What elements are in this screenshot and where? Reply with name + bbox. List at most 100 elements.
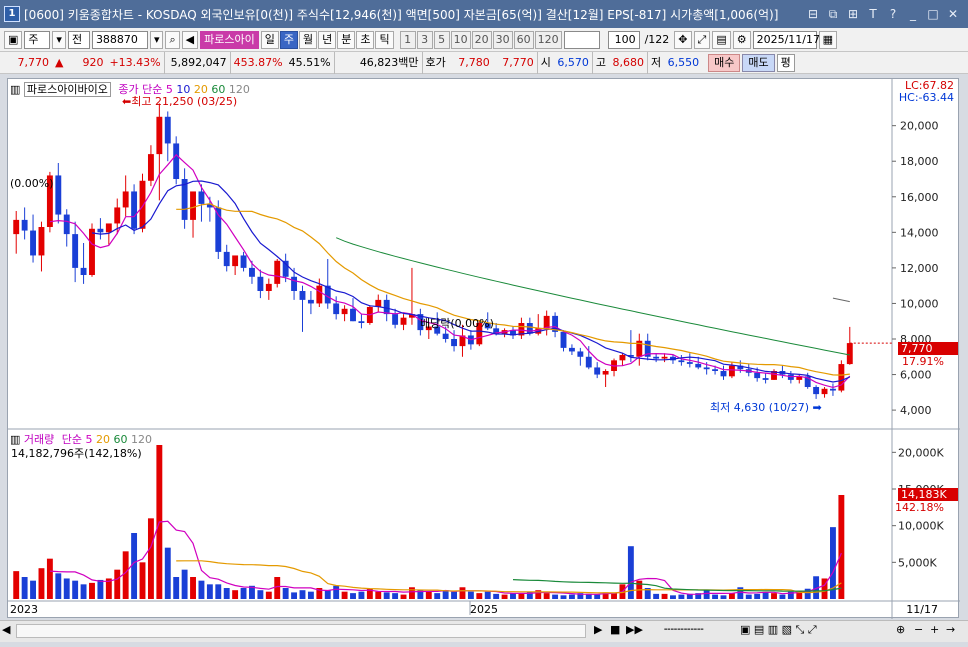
- evaluate-button[interactable]: 평: [776, 53, 795, 72]
- period-tab-0[interactable]: 일: [260, 30, 279, 49]
- zoom-plus-icon[interactable]: +: [930, 623, 939, 636]
- minute-button-20[interactable]: 20: [471, 30, 492, 49]
- volume-bar: [89, 582, 95, 599]
- period-tab-1[interactable]: 주: [279, 30, 298, 49]
- cross-icon[interactable]: ⤢: [693, 30, 711, 49]
- scrollbar-track[interactable]: [16, 624, 586, 638]
- min-price-annotation: 최저 4,630 (10/27) ➡: [710, 401, 822, 414]
- window-button-7[interactable]: ✕: [944, 5, 962, 23]
- minute-button-3[interactable]: 3: [416, 30, 433, 49]
- period-tabs: 일주월년분초틱: [260, 30, 394, 49]
- speaker-icon[interactable]: ◀: [181, 30, 199, 49]
- candle-body: [577, 351, 584, 357]
- candle-body: [147, 154, 154, 181]
- volume-bar: [206, 584, 213, 599]
- window-button-5[interactable]: _: [904, 5, 922, 23]
- candle-body: [661, 356, 668, 359]
- ma120-line: [832, 297, 850, 303]
- zoom-in-icon[interactable]: ⊕: [896, 623, 905, 636]
- period-tab-4[interactable]: 분: [337, 30, 356, 49]
- view-select[interactable]: 전: [67, 30, 90, 49]
- candle-body: [316, 285, 323, 304]
- scroll-left-icon[interactable]: ◀: [2, 623, 10, 636]
- window-button-3[interactable]: T: [864, 5, 882, 23]
- last-volume-pct: 142.18%: [895, 501, 944, 514]
- code-dropdown-icon[interactable]: ▾: [149, 30, 164, 49]
- stop-icon[interactable]: ■: [610, 623, 620, 636]
- chart-area[interactable]: 20,000 18,000 16,000 14,000 12,000 10,000 8,00…: [7, 78, 960, 619]
- candle-body: [619, 355, 626, 361]
- low-price: 6,550: [667, 56, 700, 69]
- minute-button-60[interactable]: 60: [513, 30, 534, 49]
- minute-button-30[interactable]: 30: [492, 30, 513, 49]
- minute-button-1[interactable]: 1: [399, 30, 416, 49]
- volume-bar: [341, 591, 348, 599]
- candle-body: [257, 276, 264, 291]
- max-price-annotation: ⬅최고 21,250 (03/25): [122, 95, 238, 108]
- period-tab-2[interactable]: 월: [298, 30, 318, 49]
- layout-icon[interactable]: ▣: [4, 30, 23, 49]
- chart-toolbar: ▣ 주 ▾ 전 388870 ▾ ⌕ ◀ 파로스아이 일주월년분초틱 1 3 5 10…: [0, 28, 968, 52]
- play-icon[interactable]: ▶: [594, 623, 602, 636]
- candle-body: [686, 362, 693, 364]
- gear-icon[interactable]: ⚙: [732, 30, 751, 49]
- buy-button[interactable]: 매수: [708, 53, 741, 72]
- window-button-2[interactable]: ⊞: [844, 5, 862, 23]
- resize-icon[interactable]: →: [946, 623, 955, 636]
- candle-body: [728, 365, 735, 377]
- volume-bar: [771, 593, 777, 599]
- candle-body: [451, 339, 457, 347]
- candle-body: [678, 360, 685, 363]
- volume-bar: [72, 580, 79, 599]
- zoom-icon[interactable]: ✥: [674, 30, 692, 49]
- period-tab-6[interactable]: 틱: [375, 30, 394, 49]
- chevron-down-icon[interactable]: ▾: [52, 30, 66, 49]
- volume-bar: [215, 584, 222, 599]
- last-price-pct: 17.91%: [902, 355, 944, 368]
- window-button-0[interactable]: ⊟: [804, 5, 822, 23]
- low-label: 저: [647, 51, 664, 74]
- stock-code-input[interactable]: 388870: [91, 30, 148, 49]
- window-title: [0600] 키움종합차트 - KOSDAQ 외국인보유[0(천)] 주식수[1…: [24, 7, 779, 22]
- chart-menu-icon[interactable]: ▥: [10, 83, 24, 96]
- volume-bar: [476, 593, 483, 599]
- sell-button[interactable]: 매도: [742, 53, 775, 72]
- fast-forward-icon[interactable]: ▶▶: [626, 623, 643, 636]
- period-select[interactable]: 주: [24, 30, 51, 49]
- save-icon[interactable]: ▤: [712, 30, 731, 49]
- layout-tools[interactable]: ▣ ▤ ▥ ▧ ⤡ ⤢: [740, 623, 817, 637]
- period-tab-5[interactable]: 초: [356, 30, 375, 49]
- minute-custom-input[interactable]: [563, 30, 600, 49]
- ma10-line: [91, 180, 851, 383]
- date-input[interactable]: 2025/11/17: [752, 30, 820, 49]
- volume-info: 14,182,796주(142,18%): [11, 447, 142, 460]
- window-button-6[interactable]: □: [924, 5, 942, 23]
- calendar-icon[interactable]: ▦: [818, 30, 838, 49]
- volume-bar: [63, 578, 70, 599]
- candle-body: [568, 347, 575, 352]
- candle-body: [299, 291, 306, 300]
- candle-body: [89, 228, 95, 275]
- window-button-4[interactable]: ?: [884, 5, 902, 23]
- hoga-bid: 7,770: [502, 56, 534, 69]
- speed-slider[interactable]: ╌╌╌╌╌╌: [664, 623, 704, 636]
- candle-body: [594, 367, 601, 375]
- minute-button-10[interactable]: 10: [450, 30, 471, 49]
- y-tick-label: 14,000: [900, 226, 939, 239]
- volume-bar: [358, 591, 365, 599]
- minute-button-5[interactable]: 5: [433, 30, 450, 49]
- stock-name-label: 파로스아이: [200, 30, 259, 49]
- count-input[interactable]: 100: [607, 30, 640, 49]
- search-icon[interactable]: ⌕: [165, 30, 180, 49]
- candle-body: [198, 191, 205, 204]
- candle-body: [274, 260, 281, 284]
- volume-bar: [754, 593, 761, 599]
- period-tab-3[interactable]: 년: [318, 30, 337, 49]
- candle-body: [190, 191, 196, 220]
- candle-body: [97, 228, 104, 233]
- chart-canvas[interactable]: 20,00018,00016,00014,00012,00010,0008,00…: [8, 79, 960, 619]
- zoom-minus-icon[interactable]: −: [914, 623, 923, 636]
- vol-tick-label: 5,000K: [898, 556, 937, 569]
- window-button-1[interactable]: ⧉: [824, 5, 842, 23]
- minute-button-120[interactable]: 120: [534, 30, 562, 49]
